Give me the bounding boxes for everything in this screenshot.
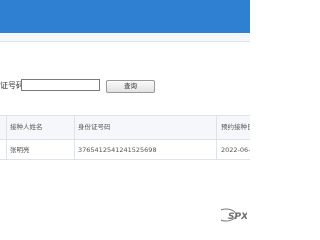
table-cell-id-number: 376541254124152569​8 — [78, 146, 157, 154]
spx-logo: SPX — [221, 208, 247, 222]
top-header-bar — [0, 0, 250, 33]
table-header-divider — [0, 139, 250, 140]
column-separator — [74, 116, 75, 160]
column-header-appointment-date: 预约接种日 — [221, 123, 250, 131]
sub-header-bar — [0, 33, 250, 42]
table-cell-appointment-date: 2022-06- — [221, 146, 250, 154]
svg-text:SPX: SPX — [228, 212, 247, 222]
id-number-search-input[interactable] — [21, 79, 100, 91]
column-separator — [6, 116, 7, 160]
table-top-border — [0, 115, 250, 116]
page: 证号码： 查询 接种人姓名 身份证号码 预约接种日 张明亮 3765412541… — [0, 0, 250, 230]
table-cell-name: 张明亮 — [10, 146, 30, 154]
column-separator — [216, 116, 217, 160]
column-header-name: 接种人姓名 — [10, 123, 43, 131]
column-header-id-number: 身份证号码 — [78, 123, 111, 131]
table-bottom-border — [0, 159, 250, 160]
search-button[interactable]: 查询 — [106, 80, 155, 93]
